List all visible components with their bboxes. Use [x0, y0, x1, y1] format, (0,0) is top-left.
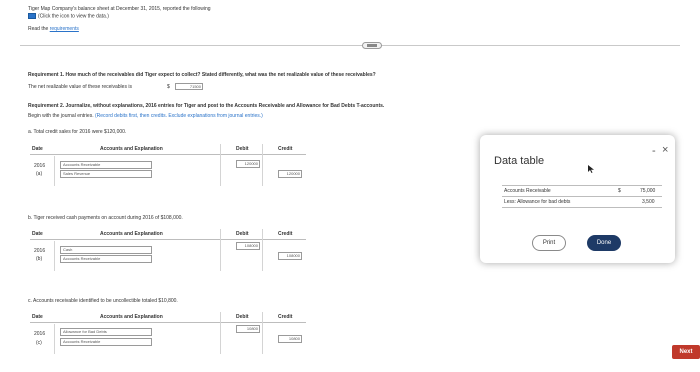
debit-account-select[interactable]: Accounts Receivable [60, 161, 152, 169]
column-rule [262, 312, 263, 354]
col-date: Date [32, 146, 43, 152]
col-credit: Credit [278, 146, 293, 152]
click-icon-text: (Click the icon to view the data.) [38, 13, 109, 20]
requirements-prefix: Read the [28, 26, 49, 32]
entry-year: 2016 [34, 248, 46, 254]
requirements-link[interactable]: requirements [50, 26, 79, 32]
debit-amount-input[interactable]: 120000 [236, 160, 260, 168]
debit-account-select[interactable]: Cash [60, 246, 152, 254]
entry-letter: (a) [36, 171, 43, 177]
expand-handle-icon[interactable] [362, 42, 382, 49]
instructions-hint: (Record debits first, then credits. Excl… [94, 113, 263, 119]
debit-amount-input[interactable]: 10800 [236, 325, 260, 333]
credit-amount-input[interactable]: 10800 [278, 335, 302, 343]
table-rule [502, 207, 662, 208]
column-rule [220, 229, 221, 271]
row-value-allowance: 3,500 [642, 199, 655, 205]
next-button[interactable]: Next [672, 345, 700, 359]
col-accounts: Accounts and Explanation [100, 231, 163, 237]
col-credit: Credit [278, 231, 293, 237]
requirement2-title: Requirement 2. Journalize, without expla… [28, 103, 385, 109]
view-data-row: (Click the icon to view the data.) [28, 13, 109, 19]
table-rule [502, 185, 662, 186]
journal-table-b: Date Accounts and Explanation Debit Cred… [30, 229, 306, 275]
col-debit: Debit [236, 231, 249, 237]
col-date: Date [32, 314, 43, 320]
entry-year: 2016 [34, 163, 46, 169]
column-rule [54, 156, 55, 186]
column-rule [220, 312, 221, 354]
column-rule [262, 229, 263, 271]
col-accounts: Accounts and Explanation [100, 146, 163, 152]
debit-amount-input[interactable]: 108000 [236, 242, 260, 250]
table-rule [502, 196, 662, 197]
column-rule [262, 144, 263, 186]
header-rule [30, 322, 306, 323]
credit-account-select[interactable]: Accounts Receivable [60, 338, 152, 346]
minimize-icon[interactable]: - [652, 145, 656, 157]
entry-year: 2016 [34, 331, 46, 337]
currency-symbol: $ [167, 84, 170, 90]
instructions-prefix: Begin with the journal entries. [28, 113, 94, 119]
requirement2-instructions: Begin with the journal entries. (Record … [28, 113, 263, 119]
col-accounts: Accounts and Explanation [100, 314, 163, 320]
journal-table-c: Date Accounts and Explanation Debit Cred… [30, 312, 306, 358]
close-icon[interactable]: × [662, 144, 668, 156]
credit-account-select[interactable]: Accounts Receivable [60, 255, 152, 263]
net-realizable-value-input[interactable]: 71500 [175, 83, 203, 90]
data-table-grid: Accounts Receivable $ 75,000 Less: Allow… [502, 185, 662, 209]
data-table-icon[interactable] [28, 13, 36, 19]
credit-amount-input[interactable]: 120000 [278, 170, 302, 178]
entry-b-description: b. Tiger received cash payments on accou… [28, 215, 183, 221]
section-divider [20, 45, 680, 46]
data-table-title: Data table [494, 155, 545, 167]
debit-account-select[interactable]: Allowance for Bad Debts [60, 328, 152, 336]
column-rule [54, 324, 55, 354]
col-debit: Debit [236, 146, 249, 152]
header-rule [30, 239, 306, 240]
column-rule [220, 144, 221, 186]
row-value-ar: 75,000 [640, 188, 656, 194]
requirement1-question: Requirement 1. How much of the receivabl… [28, 72, 376, 78]
requirements-row: Read the requirements [28, 26, 79, 32]
cursor-icon [588, 165, 594, 175]
entry-letter: (b) [36, 256, 43, 262]
requirement1-answer-label: The net realizable value of these receiv… [28, 84, 132, 90]
done-button[interactable]: Done [587, 235, 621, 251]
entry-a-description: a. Total credit sales for 2016 were $120… [28, 129, 127, 135]
entry-letter: (c) [36, 340, 42, 346]
row-label-allowance: Less: Allowance for bad debts [504, 199, 571, 205]
column-rule [54, 241, 55, 271]
journal-table-a: Date Accounts and Explanation Debit Cred… [30, 144, 306, 190]
row-label-ar: Accounts Receivable [504, 188, 551, 194]
row-currency-ar: $ [618, 188, 621, 194]
credit-account-select[interactable]: Sales Revenue [60, 170, 152, 178]
col-date: Date [32, 231, 43, 237]
data-table-panel: Data table - × Accounts Receivable $ 75,… [480, 135, 675, 263]
credit-amount-input[interactable]: 108000 [278, 252, 302, 260]
entry-c-description: c. Accounts receivable identified to be … [28, 298, 178, 304]
problem-title: Tiger Map Company's balance sheet at Dec… [28, 6, 211, 12]
header-rule [30, 154, 306, 155]
col-debit: Debit [236, 314, 249, 320]
print-button[interactable]: Print [532, 235, 566, 251]
col-credit: Credit [278, 314, 293, 320]
